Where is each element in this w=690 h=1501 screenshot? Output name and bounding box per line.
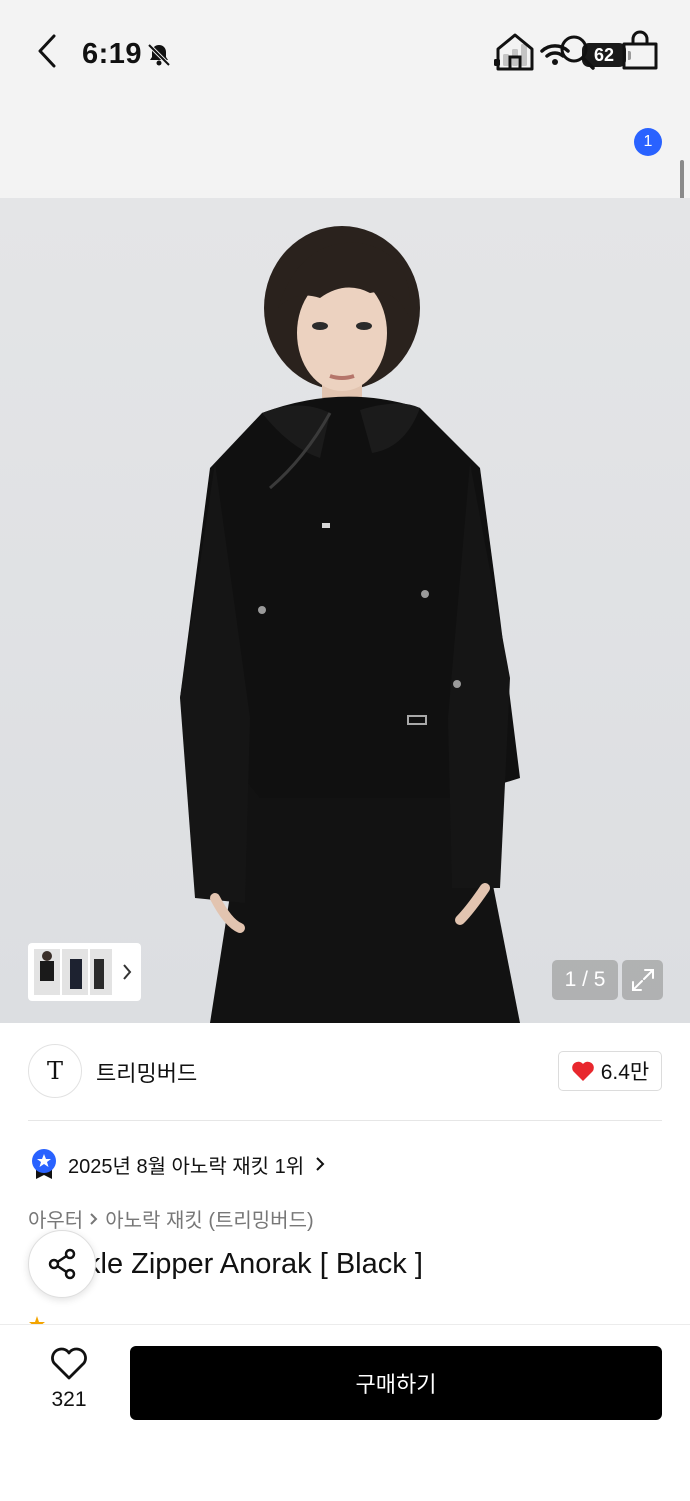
breadcrumb-subcategory[interactable]: 아노락 재킷 (트리밍버드) [105, 1204, 313, 1233]
brand-like-button[interactable]: 6.4만 [558, 1051, 662, 1091]
section-divider [28, 1120, 662, 1121]
share-icon [48, 1248, 76, 1280]
wishlist-count: 321 [51, 1388, 87, 1411]
product-title: kle Zipper Anorak [ Black ] [86, 1248, 423, 1280]
brand-name[interactable]: 트리밍버드 [96, 1056, 197, 1088]
ranking-link[interactable]: 2025년 8월 아노락 재킷 1위 [30, 1148, 326, 1180]
brand-logo[interactable]: T [28, 1044, 82, 1098]
breadcrumb: 아우터 아노락 재킷 (트리밍버드) [28, 1204, 314, 1233]
brand-like-count: 6.4만 [600, 1061, 650, 1084]
heart-outline-icon [51, 1347, 87, 1380]
buy-button[interactable]: 구매하기 [130, 1346, 662, 1420]
model-illustration [180, 226, 520, 1023]
top-nav [0, 100, 690, 198]
thumbnail-previews [34, 949, 132, 995]
wishlist-button[interactable] [48, 1347, 90, 1381]
status-time: 6:19 [82, 38, 143, 70]
expand-icon [631, 969, 654, 991]
product-image[interactable] [0, 198, 690, 1023]
thumbnail-strip[interactable] [28, 943, 141, 1001]
share-button[interactable] [28, 1230, 96, 1298]
medal-icon [32, 1149, 56, 1179]
breadcrumb-category[interactable]: 아우터 [28, 1204, 83, 1233]
cart-badge: 1 [634, 128, 662, 156]
chevron-right-icon [90, 1212, 98, 1225]
ranking-text: 2025년 8월 아노락 재킷 1위 [68, 1155, 305, 1178]
back-icon[interactable] [34, 34, 62, 68]
bell-slash-icon [147, 43, 171, 67]
home-icon[interactable] [494, 31, 536, 73]
search-icon[interactable] [557, 32, 597, 72]
expand-button[interactable] [622, 960, 663, 1000]
chevron-right-icon [316, 1157, 325, 1171]
image-counter: 1 / 5 [552, 960, 618, 1000]
bag-icon[interactable] [620, 30, 660, 72]
heart-icon [571, 1061, 594, 1081]
